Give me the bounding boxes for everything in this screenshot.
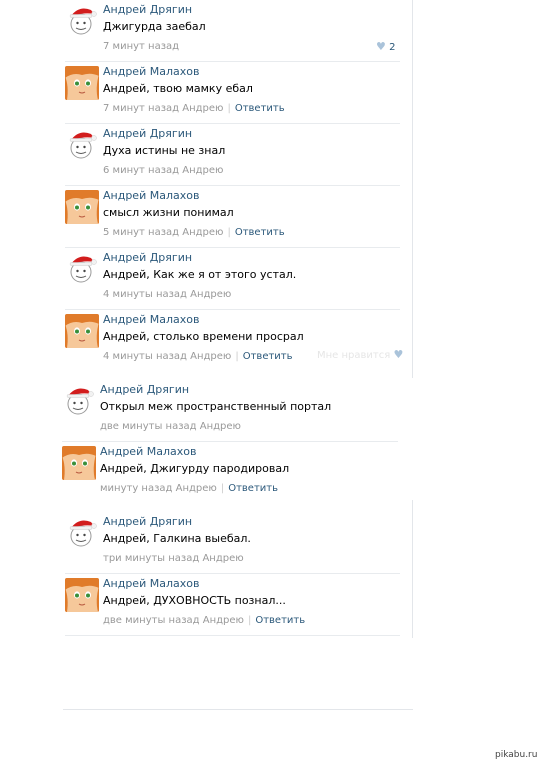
comment-text: Андрей, твою мамку ебал	[103, 82, 253, 95]
heart-icon: ♥	[376, 40, 386, 53]
comment-time[interactable]: 4 минуты назад Андрею	[103, 351, 231, 362]
heart-icon: ♥	[393, 348, 404, 361]
comment-author[interactable]: Андрей Дрягин	[103, 3, 192, 16]
reply-link[interactable]: Ответить	[228, 483, 278, 494]
comment-divider	[65, 635, 400, 636]
comment-item: Андрей Дрягин Андрей, Галкина выебал. тр…	[65, 512, 410, 574]
comment-text: Джигурда заебал	[103, 20, 206, 33]
anime-girl-icon	[62, 446, 96, 480]
reply-link[interactable]: Ответить	[255, 615, 305, 626]
comment-text: Андрей, Джигурду пародировал	[100, 462, 290, 475]
comment-time[interactable]: две минуты назад Андрею	[103, 615, 244, 626]
comment-text: Андрей, ДУХОВНОСТЬ познал...	[103, 594, 286, 607]
avatar[interactable]	[65, 4, 99, 38]
meta-separator: |	[247, 615, 252, 626]
comment-time[interactable]: две минуты назад Андрею	[100, 421, 241, 432]
avatar[interactable]	[65, 66, 99, 100]
comment-author[interactable]: Андрей Малахов	[103, 65, 199, 78]
anime-girl-icon	[65, 578, 99, 612]
meta-separator: |	[235, 351, 239, 362]
like-count: 2	[389, 42, 396, 53]
comment-author[interactable]: Андрей Дрягин	[100, 383, 189, 396]
reply-link[interactable]: Ответить	[235, 103, 285, 114]
comment-time[interactable]: 4 минуты назад Андрею	[103, 289, 231, 300]
like-counter[interactable]: ♥ 2	[376, 40, 395, 53]
comment-author[interactable]: Андрей Малахов	[103, 189, 199, 202]
comment-item: Андрей Дрягин Джигурда заебал 7 минут на…	[65, 0, 410, 62]
comment-author[interactable]: Андрей Дрягин	[103, 515, 192, 528]
santa-hat-face-icon	[65, 516, 99, 550]
santa-hat-face-icon	[65, 4, 99, 38]
comment-item: Андрей Дрягин Андрей, Как же я от этого …	[65, 248, 410, 310]
avatar[interactable]	[65, 516, 99, 550]
comment-author[interactable]: Андрей Малахов	[103, 313, 199, 326]
anime-girl-icon	[65, 66, 99, 100]
comment-text: Открыл меж пространственный портал	[100, 400, 332, 413]
avatar[interactable]	[65, 578, 99, 612]
anime-girl-icon	[65, 314, 99, 348]
meta-separator: |	[227, 103, 231, 114]
comment-meta: 4 минуты назад Андрею | Ответить	[103, 351, 293, 362]
comment-meta: 7 минут назад	[103, 41, 179, 52]
comment-item: Андрей Малахов Андрей, твою мамку ебал 7…	[65, 62, 410, 124]
anime-girl-icon	[65, 190, 99, 224]
watermark: pikabu.ru	[495, 750, 538, 760]
comment-text: Андрей, столько времени просрал	[103, 330, 304, 343]
meta-separator: |	[220, 483, 225, 494]
comment-item: Андрей Малахов Андрей, столько времени п…	[65, 310, 410, 372]
santa-hat-face-icon	[62, 384, 96, 418]
comment-meta: две минуты назад Андрею | Ответить	[103, 615, 305, 626]
comment-text: смысл жизни понимал	[103, 206, 234, 219]
comment-text: Андрей, Как же я от этого устал.	[103, 268, 297, 281]
comment-author[interactable]: Андрей Дрягин	[103, 127, 192, 140]
comment-time[interactable]: 5 минут назад Андрею	[103, 227, 223, 238]
comment-item: Андрей Малахов Андрей, ДУХОВНОСТЬ познал…	[65, 574, 410, 636]
comment-time[interactable]: 7 минут назад Андрею	[103, 103, 223, 114]
comment-meta: 7 минут назад Андрею | Ответить	[103, 103, 285, 114]
like-label: Мне нравится	[317, 350, 391, 361]
like-button[interactable]: Мне нравится ♥	[317, 348, 403, 361]
comment-text: Духа истины не знал	[103, 144, 226, 157]
footer-divider	[63, 709, 413, 710]
santa-hat-face-icon	[65, 128, 99, 162]
column-border	[412, 0, 413, 378]
comment-meta: три минуты назад Андрею	[103, 553, 244, 564]
reply-link[interactable]: Ответить	[235, 227, 285, 238]
comment-author[interactable]: Андрей Малахов	[100, 445, 196, 458]
comment-time[interactable]: 7 минут назад	[103, 41, 179, 52]
avatar[interactable]	[65, 128, 99, 162]
comment-time[interactable]: минуту назад Андрею	[100, 483, 217, 494]
column-border	[412, 500, 413, 638]
comment-time[interactable]: три минуты назад Андрею	[103, 553, 244, 564]
reply-link[interactable]: Ответить	[243, 351, 293, 362]
comment-meta: две минуты назад Андрею	[100, 421, 241, 432]
comment-meta: минуту назад Андрею | Ответить	[100, 483, 278, 494]
comment-meta: 6 минут назад Андрею	[103, 165, 223, 176]
comment-author[interactable]: Андрей Дрягин	[103, 251, 192, 264]
avatar[interactable]	[62, 384, 96, 418]
meta-separator: |	[227, 227, 231, 238]
comment-text: Андрей, Галкина выебал.	[103, 532, 251, 545]
avatar[interactable]	[65, 252, 99, 286]
santa-hat-face-icon	[65, 252, 99, 286]
comment-item: Андрей Дрягин Духа истины не знал 6 мину…	[65, 124, 410, 186]
comment-time[interactable]: 6 минут назад Андрею	[103, 165, 223, 176]
comment-item: Андрей Малахов смысл жизни понимал 5 мин…	[65, 186, 410, 248]
comment-meta: 4 минуты назад Андрею	[103, 289, 231, 300]
avatar[interactable]	[65, 190, 99, 224]
comment-item: Андрей Малахов Андрей, Джигурду пародиро…	[62, 442, 398, 504]
comment-meta: 5 минут назад Андрею | Ответить	[103, 227, 285, 238]
avatar[interactable]	[62, 446, 96, 480]
comment-item: Андрей Дрягин Открыл меж пространственны…	[62, 380, 398, 442]
avatar[interactable]	[65, 314, 99, 348]
comment-author[interactable]: Андрей Малахов	[103, 577, 199, 590]
